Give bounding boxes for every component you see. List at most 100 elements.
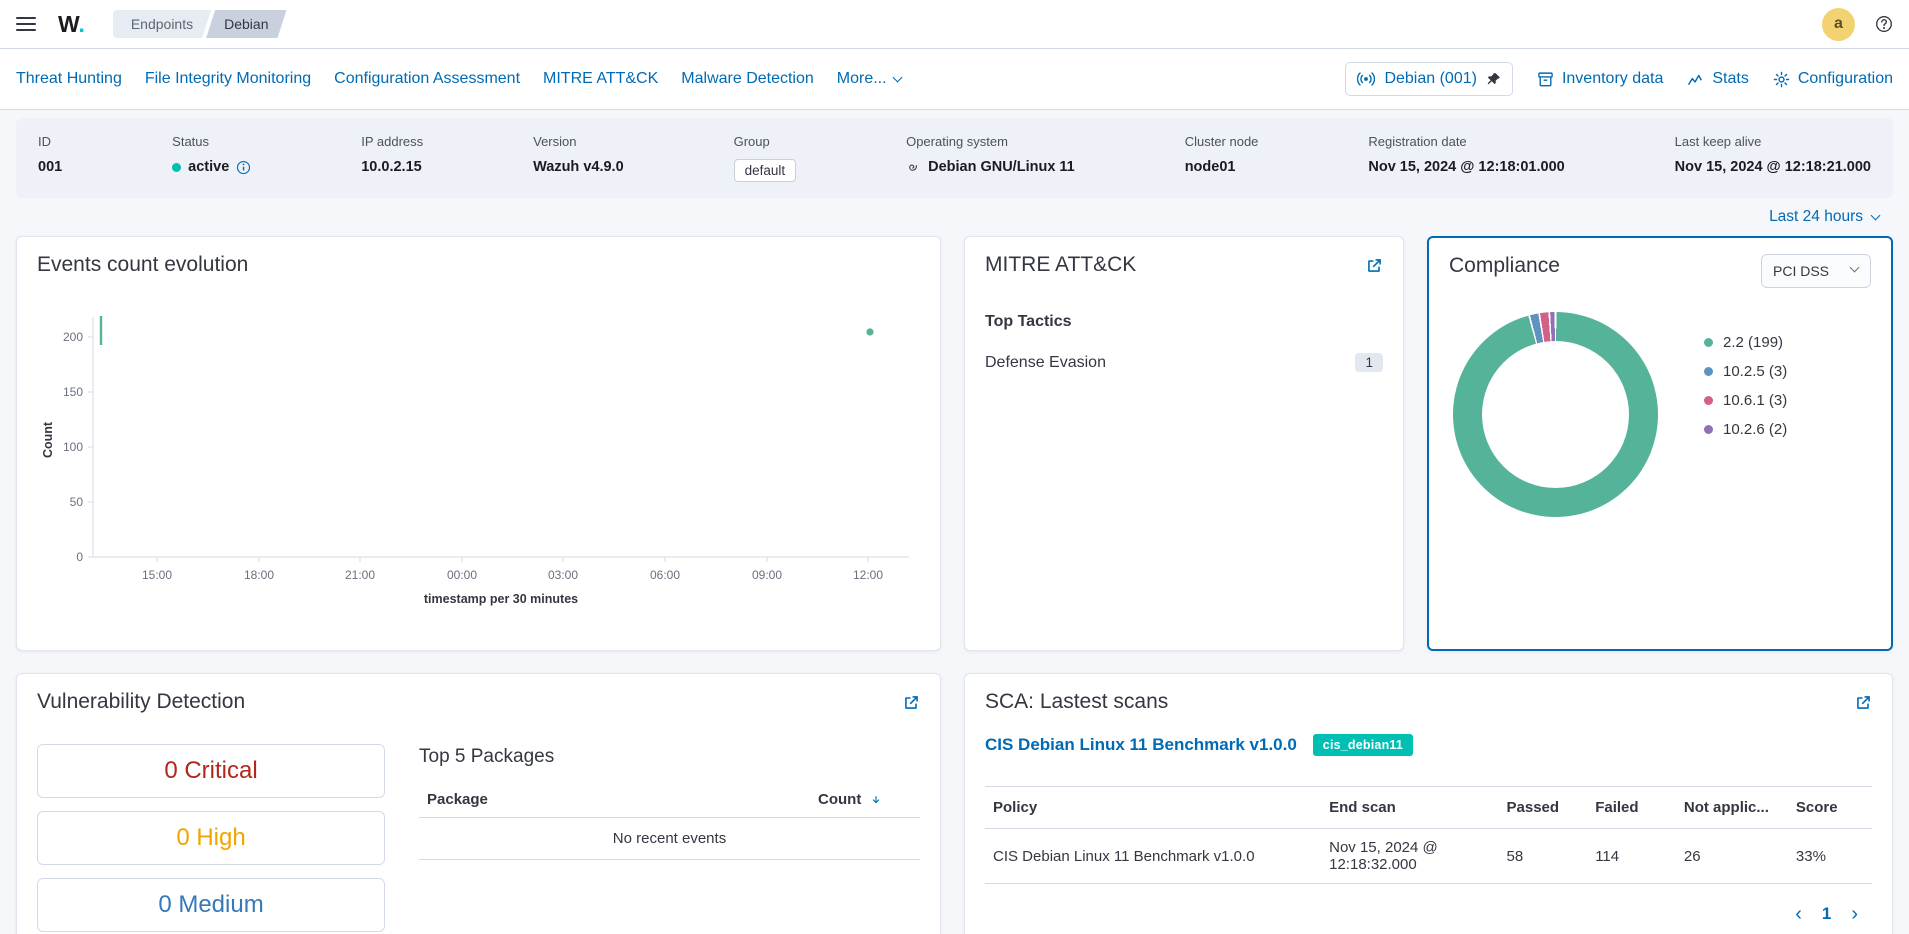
nav-inventory-data[interactable]: Inventory data xyxy=(1537,70,1663,88)
events-count-panel: Events count evolution 0 50 100 150 200 xyxy=(16,236,941,651)
svg-text:15:00: 15:00 xyxy=(142,568,172,582)
avatar[interactable]: a xyxy=(1822,8,1855,41)
field-value: Wazuh v4.9.0 xyxy=(533,159,624,175)
nav-stats-label: Stats xyxy=(1712,70,1748,88)
field-label: Version xyxy=(533,134,624,149)
legend-label: 10.2.5 (3) xyxy=(1723,363,1787,380)
severity-card-medium[interactable]: 0 Medium xyxy=(37,878,385,932)
tactic-row[interactable]: Defense Evasion 1 xyxy=(985,353,1383,372)
agent-info-bar: ID 001 Status active IP address 10.0.2.1… xyxy=(16,118,1893,198)
agent-field-os: Operating system Debian GNU/Linux 11 xyxy=(906,134,1075,182)
top-packages-title: Top 5 Packages xyxy=(419,746,920,768)
chevron-down-icon xyxy=(892,72,902,82)
agent-field-ip: IP address 10.0.2.15 xyxy=(361,134,423,182)
top-bar: W. Endpoints Debian a xyxy=(0,0,1909,49)
time-range-picker[interactable]: Last 24 hours xyxy=(1769,208,1879,226)
table-row[interactable]: CIS Debian Linux 11 Benchmark v1.0.0 Nov… xyxy=(985,829,1872,884)
cell-failed: 114 xyxy=(1587,829,1676,884)
y-axis-ticks: 0 50 100 150 200 xyxy=(63,330,93,564)
top-tactics-heading: Top Tactics xyxy=(985,313,1383,331)
tab-more[interactable]: More... xyxy=(837,70,901,88)
compliance-framework-select[interactable]: PCI DSS xyxy=(1761,254,1871,288)
agent-selector-label: Debian (001) xyxy=(1384,70,1477,88)
compliance-legend: 2.2 (199) 10.2.5 (3) 10.6.1 (3) 10.2.6 (… xyxy=(1704,328,1787,517)
compliance-donut-chart xyxy=(1453,312,1658,517)
external-link-icon[interactable] xyxy=(1366,257,1383,274)
events-line-chart: 0 50 100 150 200 15:00 18:00 xyxy=(37,305,922,635)
tab-threat-hunting[interactable]: Threat Hunting xyxy=(16,70,122,88)
policy-badge: cis_debian11 xyxy=(1313,734,1413,756)
sort-down-icon xyxy=(870,794,882,806)
wazuh-logo[interactable]: W. xyxy=(58,11,85,38)
svg-text:150: 150 xyxy=(63,385,83,399)
severity-card-critical[interactable]: 0 Critical xyxy=(37,744,385,798)
x-axis-ticks: 15:00 18:00 21:00 00:00 03:00 06:00 09:0… xyxy=(142,557,883,582)
vulnerability-detection-panel: Vulnerability Detection 0 Critical 0 Hig… xyxy=(16,673,941,934)
group-badge[interactable]: default xyxy=(734,159,797,182)
info-icon[interactable] xyxy=(236,160,251,175)
menu-icon[interactable] xyxy=(16,17,36,31)
stats-icon xyxy=(1687,71,1704,88)
external-link-icon[interactable] xyxy=(903,694,920,711)
tab-configuration-assessment[interactable]: Configuration Assessment xyxy=(334,70,520,88)
field-value: Nov 15, 2024 @ 12:18:01.000 xyxy=(1368,159,1564,175)
next-page-icon[interactable]: › xyxy=(1851,904,1858,924)
cell-passed: 58 xyxy=(1499,829,1588,884)
svg-text:00:00: 00:00 xyxy=(447,568,477,582)
policy-link[interactable]: CIS Debian Linux 11 Benchmark v1.0.0 xyxy=(985,735,1297,755)
tactic-name: Defense Evasion xyxy=(985,354,1106,372)
column-policy: Policy xyxy=(985,787,1321,829)
tab-malware-detection[interactable]: Malware Detection xyxy=(681,70,814,88)
nav-stats[interactable]: Stats xyxy=(1687,70,1748,88)
page-number[interactable]: 1 xyxy=(1822,904,1831,924)
breadcrumb-endpoints[interactable]: Endpoints xyxy=(113,10,211,38)
agent-selector[interactable]: Debian (001) xyxy=(1345,62,1513,96)
nav-inventory-data-label: Inventory data xyxy=(1562,70,1663,88)
external-link-icon[interactable] xyxy=(1855,694,1872,711)
severity-card-high[interactable]: 0 High xyxy=(37,811,385,865)
field-label: Last keep alive xyxy=(1675,134,1871,149)
column-not-applicable: Not applic... xyxy=(1676,787,1788,829)
column-package: Package xyxy=(419,782,810,818)
legend-dot xyxy=(1704,367,1713,376)
x-axis-title: timestamp per 30 minutes xyxy=(424,592,578,606)
series-point xyxy=(866,328,873,335)
column-failed: Failed xyxy=(1587,787,1676,829)
legend-item: 10.2.6 (2) xyxy=(1704,415,1787,444)
tab-mitre-attack[interactable]: MITRE ATT&CK xyxy=(543,70,658,88)
agent-field-status: Status active xyxy=(172,134,251,182)
agent-field-version: Version Wazuh v4.9.0 xyxy=(533,134,624,182)
tab-more-label: More... xyxy=(837,70,887,88)
agent-field-last-keep-alive: Last keep alive Nov 15, 2024 @ 12:18:21.… xyxy=(1675,134,1871,182)
column-count-label: Count xyxy=(818,791,861,808)
svg-text:09:00: 09:00 xyxy=(752,568,782,582)
svg-text:06:00: 06:00 xyxy=(650,568,680,582)
prev-page-icon[interactable]: ‹ xyxy=(1795,904,1802,924)
sca-panel-title: SCA: Lastest scans xyxy=(985,690,1168,714)
debian-os-icon xyxy=(906,160,921,175)
agent-field-group: Group default xyxy=(734,134,797,182)
vuln-panel-title: Vulnerability Detection xyxy=(37,690,245,714)
nav-configuration[interactable]: Configuration xyxy=(1773,70,1893,88)
legend-item: 10.2.5 (3) xyxy=(1704,357,1787,386)
sca-table: Policy End scan Passed Failed Not applic… xyxy=(985,786,1872,884)
legend-label: 10.2.6 (2) xyxy=(1723,421,1787,438)
svg-text:100: 100 xyxy=(63,440,83,454)
field-label: Registration date xyxy=(1368,134,1564,149)
pin-icon[interactable] xyxy=(1486,72,1501,87)
cell-score: 33% xyxy=(1788,829,1872,884)
tab-file-integrity-monitoring[interactable]: File Integrity Monitoring xyxy=(145,70,311,88)
column-end-scan: End scan xyxy=(1321,787,1498,829)
tactic-count-badge: 1 xyxy=(1355,353,1383,372)
legend-item: 10.6.1 (3) xyxy=(1704,386,1787,415)
column-count[interactable]: Count xyxy=(810,782,920,818)
y-axis-title: Count xyxy=(41,421,55,458)
svg-text:21:00: 21:00 xyxy=(345,568,375,582)
legend-dot xyxy=(1704,396,1713,405)
field-label: Cluster node xyxy=(1185,134,1259,149)
svg-text:18:00: 18:00 xyxy=(244,568,274,582)
help-icon[interactable] xyxy=(1875,15,1893,33)
events-panel-title: Events count evolution xyxy=(37,253,920,277)
breadcrumb-debian: Debian xyxy=(206,10,286,38)
time-range-label: Last 24 hours xyxy=(1769,208,1863,226)
